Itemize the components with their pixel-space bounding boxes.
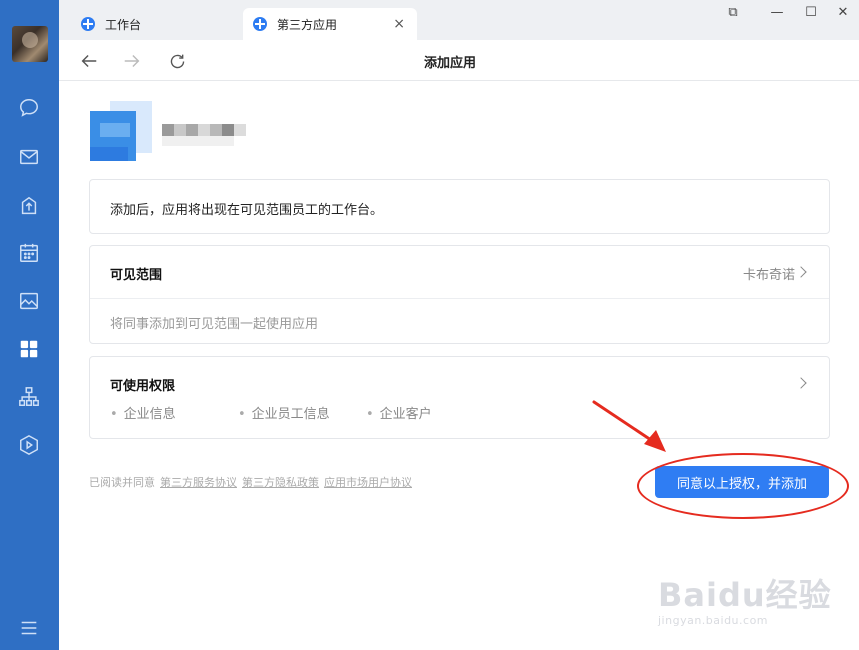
calendar-icon[interactable] — [17, 241, 41, 265]
watermark: Baidu经验 jingyan.baidu.com — [658, 570, 848, 630]
permission-item: 企业信息 — [110, 403, 176, 422]
watermark-brand: Baidu经验 — [658, 576, 832, 614]
tab-label: 工作台 — [105, 17, 142, 32]
info-text: 添加后，应用将出现在可见范围员工的工作台。 — [110, 203, 384, 218]
apps-icon[interactable] — [17, 337, 41, 361]
annotation-oval — [637, 453, 849, 519]
permissions-title: 可使用权限 — [110, 379, 176, 394]
agreement-text: 已阅读并同意 第三方服务协议 第三方隐私政策 应用市场用户协议 — [89, 474, 412, 490]
app-tab-icon — [81, 17, 95, 31]
permission-item: 企业客户 — [366, 403, 432, 422]
mail-icon[interactable] — [17, 145, 41, 169]
app-name-redacted — [162, 124, 246, 148]
agreement-prefix: 已阅读并同意 — [89, 476, 155, 489]
divider — [90, 298, 829, 299]
org-chart-icon[interactable] — [17, 385, 41, 409]
avatar[interactable] — [12, 26, 48, 62]
chevron-right-icon[interactable] — [795, 377, 807, 389]
close-tab-icon[interactable]: × — [393, 16, 405, 32]
app-tab-icon — [253, 17, 267, 31]
visibility-title: 可见范围 — [110, 268, 163, 283]
annotation-arrow-icon — [592, 400, 666, 452]
user-agreement-link[interactable]: 应用市场用户协议 — [324, 476, 412, 489]
window-close-icon[interactable]: ✕ — [831, 4, 855, 22]
nav-bar: 添加应用 — [59, 40, 859, 81]
visibility-value[interactable]: 卡布奇诺 — [743, 264, 795, 283]
maximize-icon[interactable]: ☐ — [799, 4, 823, 22]
title-bar: 工作台 第三方应用 × ⧉ — ☐ ✕ — [59, 0, 859, 40]
sidebar — [0, 0, 59, 650]
restore-window-icon[interactable]: ⧉ — [721, 4, 745, 22]
menu-icon[interactable] — [17, 616, 41, 640]
tab-label: 第三方应用 — [277, 17, 338, 32]
tab-workbench[interactable]: 工作台 — [71, 8, 231, 40]
hexagon-play-icon[interactable] — [17, 433, 41, 457]
minimize-icon[interactable]: — — [765, 4, 789, 22]
visibility-card: 可见范围 卡布奇诺 将同事添加到可见范围一起使用应用 — [89, 245, 830, 344]
chat-icon[interactable] — [17, 96, 41, 120]
privacy-policy-link[interactable]: 第三方隐私政策 — [242, 476, 319, 489]
visibility-hint[interactable]: 将同事添加到可见范围一起使用应用 — [110, 313, 318, 332]
info-card: 添加后，应用将出现在可见范围员工的工作台。 — [89, 179, 830, 234]
page-title: 添加应用 — [423, 56, 476, 71]
permission-item: 企业员工信息 — [238, 403, 330, 422]
image-icon[interactable] — [17, 289, 41, 313]
service-agreement-link[interactable]: 第三方服务协议 — [160, 476, 237, 489]
upload-icon[interactable] — [17, 194, 41, 218]
chevron-right-icon[interactable] — [795, 266, 807, 278]
app-logo — [90, 101, 152, 161]
permissions-card: 可使用权限 企业信息 企业员工信息 企业客户 — [89, 356, 830, 439]
tab-third-party-apps[interactable]: 第三方应用 × — [243, 8, 417, 40]
